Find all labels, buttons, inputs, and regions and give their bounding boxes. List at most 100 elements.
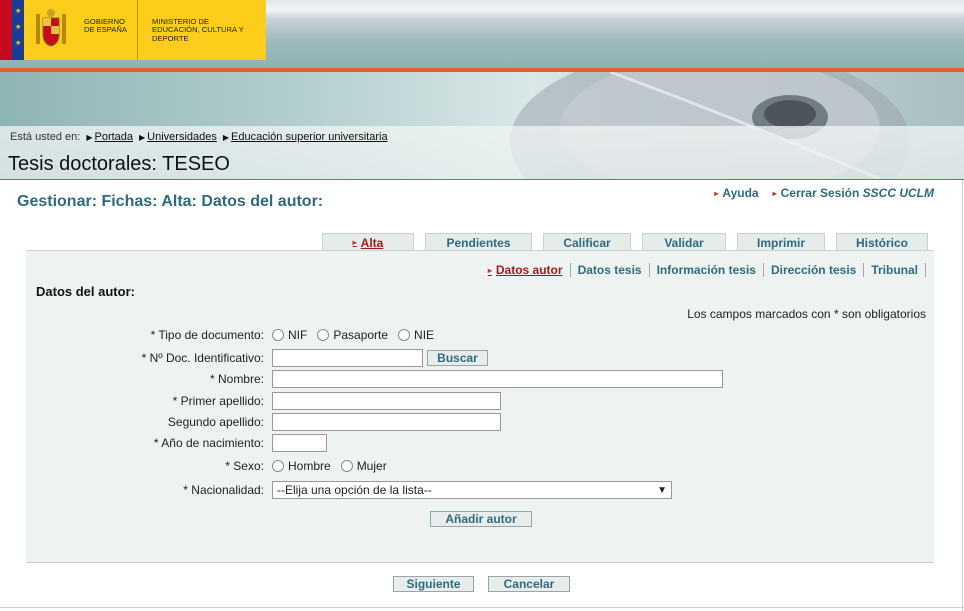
logout-link-label: Cerrar Sesión: [780, 186, 860, 200]
add-author-wrap: Añadir autor: [430, 511, 532, 527]
radio-label: Hombre: [288, 459, 331, 473]
nationality-selected-value: --Elija una opción de la lista--: [277, 483, 432, 497]
row-name: * Nombre:: [26, 369, 934, 389]
tab-validar[interactable]: Validar: [642, 233, 726, 251]
footer-divider: [0, 607, 964, 608]
breadcrumb-link-educacion-superior[interactable]: Educación superior universitaria: [231, 131, 388, 143]
tab-calificar[interactable]: Calificar: [543, 233, 631, 251]
radio-circle-icon: [272, 460, 284, 472]
header-divider: [0, 179, 964, 180]
bullet-icon: ▸: [714, 189, 719, 199]
nationality-label: * Nacionalidad:: [183, 483, 264, 497]
row-doc-id: * Nº Doc. Identificativo: Buscar: [26, 348, 934, 368]
birth-year-label: * Año de nacimiento:: [153, 436, 264, 450]
site-title: Tesis doctorales: TESEO: [8, 153, 230, 175]
subtab-label: Datos tesis: [577, 263, 642, 277]
add-author-button[interactable]: Añadir autor: [430, 511, 532, 527]
sex-label: * Sexo:: [225, 459, 264, 473]
tab-label: Imprimir: [756, 235, 805, 250]
radio-circle-icon: [272, 329, 284, 341]
help-link[interactable]: ▸ Ayuda: [714, 186, 758, 200]
radio-label: NIF: [288, 328, 308, 342]
required-fields-note: Los campos marcados con * son obligatori…: [687, 307, 926, 321]
tab-imprimir[interactable]: Imprimir: [737, 233, 825, 251]
row-sex: * Sexo: Hombre Mujer: [26, 456, 934, 476]
surname2-controls: [272, 413, 501, 431]
doc-id-controls: Buscar: [272, 349, 488, 367]
birth-year-controls: [272, 434, 327, 452]
tab-label: Pendientes: [446, 235, 511, 250]
subtab-datos-tesis[interactable]: Datos tesis: [571, 263, 650, 277]
radio-hombre[interactable]: Hombre: [272, 459, 331, 473]
page-right-border: [962, 180, 963, 611]
help-link-label: Ayuda: [722, 186, 759, 200]
radio-label: NIE: [414, 328, 435, 342]
next-button[interactable]: Siguiente: [393, 576, 474, 592]
eu-flag-icon: ★ ★ ★: [12, 0, 24, 60]
search-button[interactable]: Buscar: [427, 350, 488, 366]
radio-label: Pasaporte: [333, 328, 389, 342]
subtab-tribunal[interactable]: Tribunal: [864, 263, 926, 277]
breadcrumb-link-portada[interactable]: Portada: [94, 131, 133, 143]
spain-flag-stripe: [0, 0, 12, 60]
dropdown-arrow-icon: ▼: [657, 484, 667, 496]
government-logo[interactable]: ★ ★ ★ Gobierno de España Ministerio de E…: [0, 0, 266, 60]
government-label: Gobierno de España: [78, 0, 138, 60]
surname1-label: * Primer apellido:: [172, 394, 264, 408]
radio-nif[interactable]: NIF: [272, 328, 307, 342]
row-nationality: * Nacionalidad: --Elija una opción de la…: [26, 480, 934, 500]
form-panel: ▸ Datos autor Datos tesis Información tes…: [26, 251, 934, 562]
radio-circle-icon: [317, 329, 330, 341]
arrow-right-icon: ▶: [222, 133, 230, 142]
surname2-label: Segundo apellido:: [167, 415, 264, 429]
breadcrumb-link-universidades[interactable]: Universidades: [147, 131, 217, 143]
name-controls: [272, 370, 723, 388]
tab-pendientes[interactable]: Pendientes: [425, 233, 532, 251]
section-title: Datos del autor:: [36, 284, 135, 299]
subtab-label: Datos autor: [495, 263, 563, 277]
name-label: * Nombre:: [209, 372, 264, 386]
subtab-label: Dirección tesis: [770, 263, 857, 277]
page-title: Gestionar: Fichas: Alta: Datos del autor…: [17, 193, 324, 210]
row-birth-year: * Año de nacimiento:: [26, 433, 934, 453]
bullet-icon: ▸: [487, 266, 492, 276]
arrow-right-icon: ▶: [139, 133, 146, 142]
ministry-label: Ministerio de Educación, Cultura y Depor…: [152, 17, 244, 43]
header-banner: Está usted en: ▶ Portada ▶ Universidades ▶…: [0, 72, 964, 179]
tab-label: Histórico: [855, 235, 908, 250]
doc-id-input[interactable]: [272, 349, 423, 367]
arrow-right-icon: ▶: [86, 133, 93, 142]
doc-id-label: * Nº Doc. Identificativo:: [141, 351, 264, 365]
birth-year-input[interactable]: [272, 434, 327, 452]
subtab-direccion-tesis[interactable]: Dirección tesis: [764, 263, 865, 277]
subtab-informacion-tesis[interactable]: Información tesis: [650, 263, 764, 277]
logout-link[interactable]: ▸ Cerrar Sesión SSCC UCLM: [773, 186, 934, 200]
subtab-label: Tribunal: [871, 263, 918, 277]
bullet-icon: ▸: [352, 238, 357, 247]
radio-mujer[interactable]: Mujer: [340, 459, 387, 473]
tab-alta[interactable]: ▸ Alta: [322, 233, 414, 251]
radio-pasaporte[interactable]: Pasaporte: [317, 328, 388, 342]
breadcrumb-prefix: Está usted en:: [10, 131, 81, 143]
doc-type-label: * Tipo de documento:: [150, 328, 264, 342]
coat-of-arms-icon: [24, 0, 78, 60]
bullet-icon: ▸: [772, 189, 777, 199]
radio-nie[interactable]: NIE: [398, 328, 434, 342]
nationality-controls: --Elija una opción de la lista-- ▼: [272, 481, 672, 499]
user-links: ▸ Ayuda ▸ Cerrar Sesión SSCC UCLM: [714, 186, 934, 200]
surname1-input[interactable]: [272, 392, 501, 410]
sex-radio-group: Hombre Mujer: [272, 459, 393, 473]
tab-label: Calificar: [563, 235, 611, 250]
surname2-input[interactable]: [272, 413, 501, 431]
row-surname2: Segundo apellido:: [26, 412, 934, 432]
cancel-button[interactable]: Cancelar: [488, 576, 570, 592]
row-surname1: * Primer apellido:: [26, 391, 934, 411]
footer-buttons: Siguiente Cancelar: [393, 576, 570, 592]
subtab-datos-autor[interactable]: ▸ Datos autor: [481, 263, 571, 277]
tab-historico[interactable]: Histórico: [836, 233, 928, 251]
name-input[interactable]: [272, 370, 723, 388]
main-tab-bar: ▸ Alta Pendientes Calificar Validar Impri…: [322, 233, 928, 251]
nationality-select[interactable]: --Elija una opción de la lista-- ▼: [272, 481, 672, 499]
doc-type-radio-group: NIF Pasaporte NIE: [272, 328, 440, 342]
radio-circle-icon: [398, 329, 411, 341]
